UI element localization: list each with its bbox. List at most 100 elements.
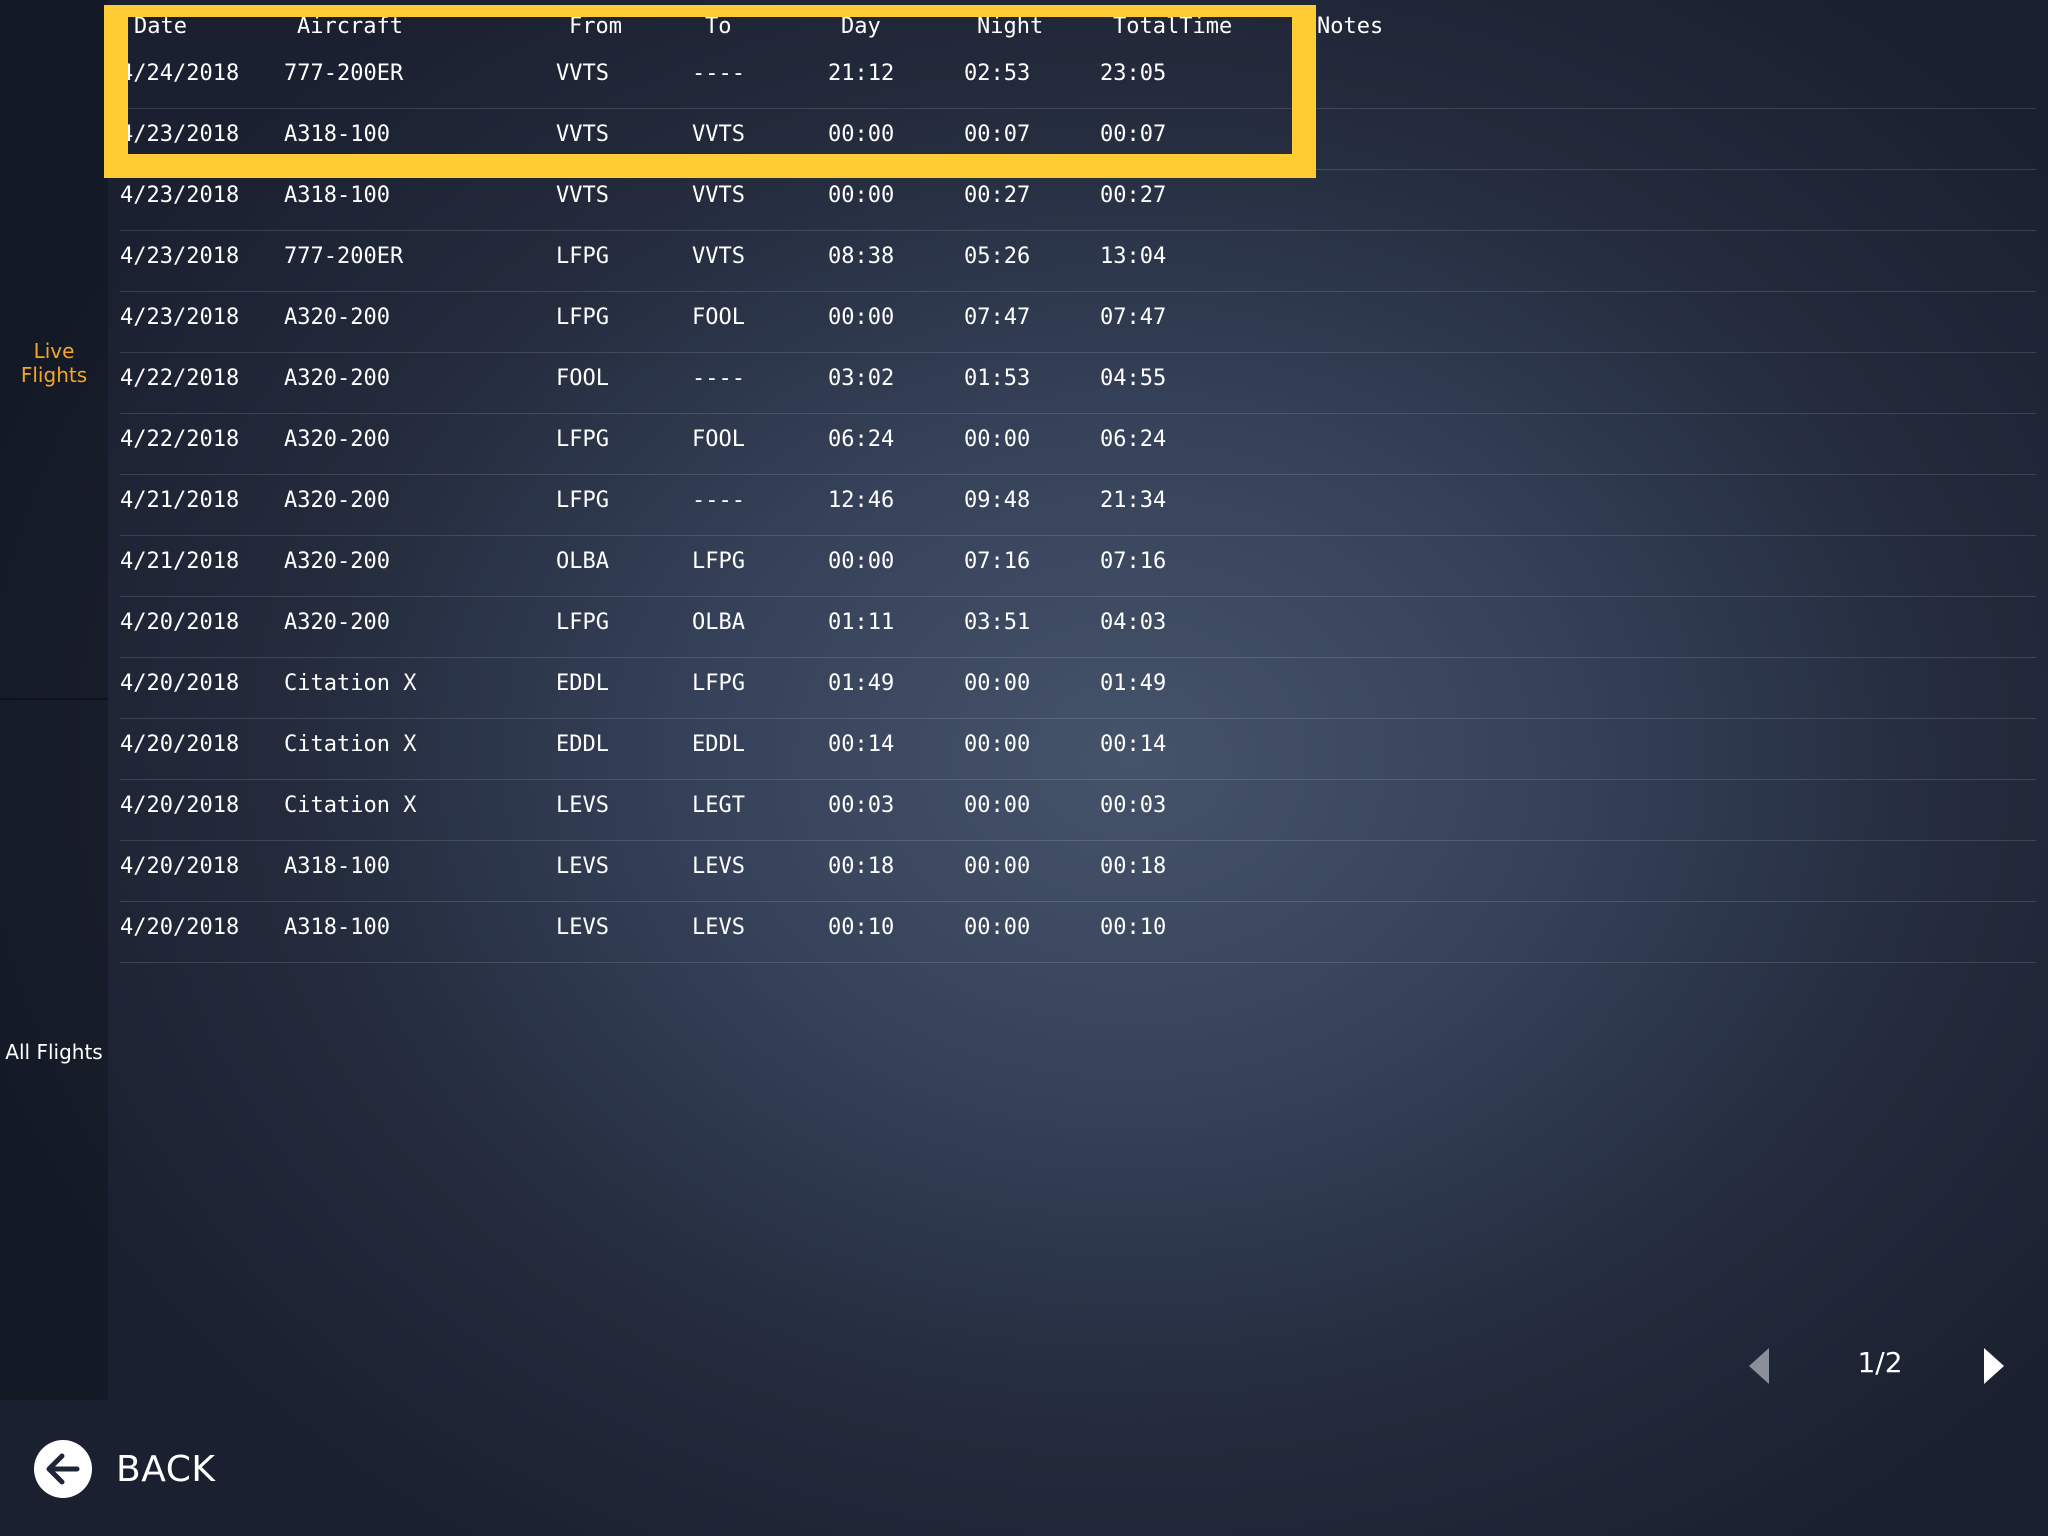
header-total-time[interactable]: TotalTime — [1113, 14, 1232, 39]
cell-aircraft: A318-100 — [284, 915, 390, 940]
cell-from: LFPG — [556, 427, 609, 452]
table-row[interactable]: 4/21/2018 A320-200 LFPG ---- 12:46 09:48 21:34 — [0, 475, 2048, 536]
cell-day: 12:46 — [828, 488, 895, 513]
cell-to: ---- — [692, 366, 745, 391]
cell-to: VVTS — [692, 122, 745, 147]
cell-from: EDDL — [556, 732, 609, 757]
sidebar-item-all-flights[interactable]: All Flights — [0, 1040, 108, 1064]
table-row[interactable]: 4/22/2018 A320-200 FOOL ---- 03:02 01:53 04:55 — [0, 353, 2048, 414]
cell-date: 4/23/2018 — [120, 122, 240, 147]
table-row[interactable]: 4/21/2018 A320-200 OLBA LFPG 00:00 07:16 07:16 — [0, 536, 2048, 597]
cell-total-time: 07:16 — [1100, 549, 1167, 574]
previous-page-button[interactable] — [1745, 1346, 1771, 1386]
cell-to: VVTS — [692, 244, 745, 269]
cell-from: LEVS — [556, 854, 609, 879]
table-row[interactable]: 4/20/2018 A318-100 LEVS LEVS 00:10 00:00 00:10 — [0, 902, 2048, 963]
cell-to: LEVS — [692, 854, 745, 879]
cell-aircraft: A320-200 — [284, 366, 390, 391]
cell-date: 4/23/2018 — [120, 183, 240, 208]
cell-aircraft: Citation X — [284, 671, 417, 696]
cell-to: ---- — [692, 61, 745, 86]
cell-date: 4/23/2018 — [120, 244, 240, 269]
table-row[interactable]: 4/20/2018 Citation X EDDL EDDL 00:14 00:00 00:… — [0, 719, 2048, 780]
table-row[interactable]: 4/20/2018 Citation X LEVS LEGT 00:03 00:00 00:… — [0, 780, 2048, 841]
cell-aircraft: A320-200 — [284, 549, 390, 574]
cell-from: LFPG — [556, 610, 609, 635]
cell-from: LFPG — [556, 244, 609, 269]
cell-to: EDDL — [692, 732, 745, 757]
cell-to: LFPG — [692, 549, 745, 574]
table-row[interactable]: 4/23/2018 A318-100 VVTS VVTS 00:00 00:07 00:07 — [0, 109, 2048, 170]
cell-from: VVTS — [556, 122, 609, 147]
cell-day: 21:12 — [828, 61, 895, 86]
cell-from: VVTS — [556, 61, 609, 86]
table-row[interactable]: 4/24/2018 777-200ER VVTS ---- 21:12 02:53 23:0… — [0, 48, 2048, 109]
cell-day: 00:18 — [828, 854, 895, 879]
cell-from: FOOL — [556, 366, 609, 391]
cell-night: 00:00 — [964, 915, 1031, 940]
next-page-button[interactable] — [1982, 1346, 2008, 1386]
header-notes[interactable]: Notes — [1317, 14, 1383, 39]
cell-day: 01:11 — [828, 610, 895, 635]
cell-night: 00:27 — [964, 183, 1031, 208]
cell-night: 03:51 — [964, 610, 1031, 635]
cell-total-time: 00:14 — [1100, 732, 1167, 757]
cell-aircraft: 777-200ER — [284, 61, 404, 86]
cell-to: VVTS — [692, 183, 745, 208]
cell-to: ---- — [692, 488, 745, 513]
cell-to: LFPG — [692, 671, 745, 696]
cell-night: 09:48 — [964, 488, 1031, 513]
cell-night: 07:16 — [964, 549, 1031, 574]
cell-day: 00:03 — [828, 793, 895, 818]
cell-day: 00:00 — [828, 183, 895, 208]
back-button[interactable]: BACK — [34, 1440, 215, 1498]
cell-to: LEVS — [692, 915, 745, 940]
cell-total-time: 00:18 — [1100, 854, 1167, 879]
table-row[interactable]: 4/23/2018 A320-200 LFPG FOOL 00:00 07:47 07:47 — [0, 292, 2048, 353]
table-row[interactable]: 4/22/2018 A320-200 LFPG FOOL 06:24 00:00 06:24 — [0, 414, 2048, 475]
cell-night: 02:53 — [964, 61, 1031, 86]
cell-from: VVTS — [556, 183, 609, 208]
cell-night: 00:00 — [964, 854, 1031, 879]
cell-from: LFPG — [556, 305, 609, 330]
header-date[interactable]: Date — [134, 14, 187, 39]
cell-night: 01:53 — [964, 366, 1031, 391]
cell-night: 00:00 — [964, 793, 1031, 818]
cell-to: LEGT — [692, 793, 745, 818]
cell-day: 00:00 — [828, 549, 895, 574]
cell-from: LFPG — [556, 488, 609, 513]
cell-date: 4/24/2018 — [120, 61, 240, 86]
cell-total-time: 00:10 — [1100, 915, 1167, 940]
header-aircraft[interactable]: Aircraft — [297, 14, 403, 39]
cell-total-time: 06:24 — [1100, 427, 1167, 452]
cell-day: 03:02 — [828, 366, 895, 391]
back-label: BACK — [116, 1448, 216, 1490]
cell-total-time: 13:04 — [1100, 244, 1167, 269]
cell-night: 07:47 — [964, 305, 1031, 330]
cell-total-time: 04:55 — [1100, 366, 1167, 391]
cell-to: FOOL — [692, 427, 745, 452]
table-row[interactable]: 4/20/2018 A318-100 LEVS LEVS 00:18 00:00 00:18 — [0, 841, 2048, 902]
cell-date: 4/22/2018 — [120, 427, 240, 452]
cell-day: 00:10 — [828, 915, 895, 940]
header-to[interactable]: To — [705, 14, 732, 39]
table-row[interactable]: 4/20/2018 A320-200 LFPG OLBA 01:11 03:51 04:03 — [0, 597, 2048, 658]
cell-aircraft: Citation X — [284, 793, 417, 818]
page-indicator: 1/2 — [1857, 1346, 1903, 1379]
header-from[interactable]: From — [569, 14, 622, 39]
cell-total-time: 21:34 — [1100, 488, 1167, 513]
header-day[interactable]: Day — [841, 14, 881, 39]
cell-date: 4/20/2018 — [120, 793, 240, 818]
cell-day: 00:00 — [828, 122, 895, 147]
cell-to: FOOL — [692, 305, 745, 330]
cell-night: 00:00 — [964, 671, 1031, 696]
cell-date: 4/20/2018 — [120, 915, 240, 940]
table-row[interactable]: 4/20/2018 Citation X EDDL LFPG 01:49 00:00 01:… — [0, 658, 2048, 719]
cell-date: 4/20/2018 — [120, 854, 240, 879]
cell-total-time: 04:03 — [1100, 610, 1167, 635]
cell-aircraft: A318-100 — [284, 183, 390, 208]
table-row[interactable]: 4/23/2018 A318-100 VVTS VVTS 00:00 00:27 00:27 — [0, 170, 2048, 231]
header-night[interactable]: Night — [977, 14, 1043, 39]
table-row[interactable]: 4/23/2018 777-200ER LFPG VVTS 08:38 05:26 13:0… — [0, 231, 2048, 292]
chevron-left-icon — [1749, 1348, 1769, 1384]
